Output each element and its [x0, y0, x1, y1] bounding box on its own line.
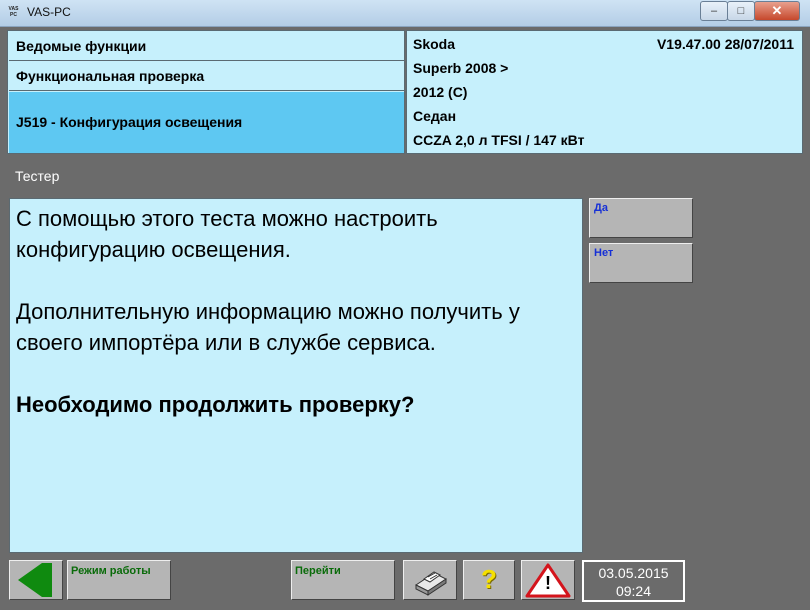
message-paragraph-2: Дополнительную информацию можно получить…: [16, 299, 520, 355]
back-arrow-icon: [18, 563, 52, 597]
nav-item-slave-functions[interactable]: Ведомые функции: [9, 32, 404, 61]
title-bar: VAS PC VAS-PC – □ ✕: [0, 0, 810, 27]
help-button[interactable]: ?: [463, 560, 515, 600]
nav-item-lighting-config[interactable]: J519 - Конфигурация освещения: [9, 92, 404, 153]
message-paragraph-1: С помощью этого теста можно настроить ко…: [16, 206, 438, 262]
minimize-button[interactable]: –: [700, 1, 728, 21]
warning-button[interactable]: !: [521, 560, 575, 600]
vehicle-engine: CCZA 2,0 л TFSI / 147 кВт: [413, 132, 585, 148]
close-button[interactable]: ✕: [754, 1, 800, 21]
status-datetime: 03.05.2015 09:24: [582, 560, 685, 602]
goto-button[interactable]: Перейти: [291, 560, 395, 600]
vehicle-make: Skoda: [413, 36, 456, 52]
no-button[interactable]: Нет: [589, 243, 693, 283]
help-icon: ?: [481, 564, 497, 594]
window-title: VAS-PC: [27, 5, 71, 19]
yes-button[interactable]: Да: [589, 198, 693, 238]
vehicle-model: Superb 2008 >: [413, 60, 509, 76]
mode-button[interactable]: Режим работы: [67, 560, 171, 600]
printer-icon: [415, 571, 447, 596]
mode-button-label: Режим работы: [71, 565, 151, 577]
vehicle-year: 2012 (C): [413, 84, 468, 100]
goto-button-label: Перейти: [295, 565, 341, 577]
print-button[interactable]: [403, 560, 457, 600]
nav-item-functional-test[interactable]: Функциональная проверка: [9, 62, 404, 91]
warning-mark: !: [545, 573, 551, 593]
app-icon: VAS PC: [8, 6, 19, 18]
message-question: Необходимо продолжить проверку?: [16, 392, 415, 417]
tester-label: Тестер: [15, 168, 60, 184]
status-time: 09:24: [615, 583, 652, 599]
maximize-button[interactable]: □: [727, 1, 755, 21]
back-button[interactable]: [9, 560, 63, 600]
status-date: 03.05.2015: [598, 565, 669, 581]
vehicle-body: Седан: [413, 108, 457, 124]
software-version: V19.47.00 28/07/2011: [656, 36, 794, 52]
vehicle-info-panel: Skoda V19.47.00 28/07/2011 Superb 2008 >…: [406, 30, 803, 154]
tester-message: С помощью этого теста можно настроить ко…: [9, 198, 583, 553]
